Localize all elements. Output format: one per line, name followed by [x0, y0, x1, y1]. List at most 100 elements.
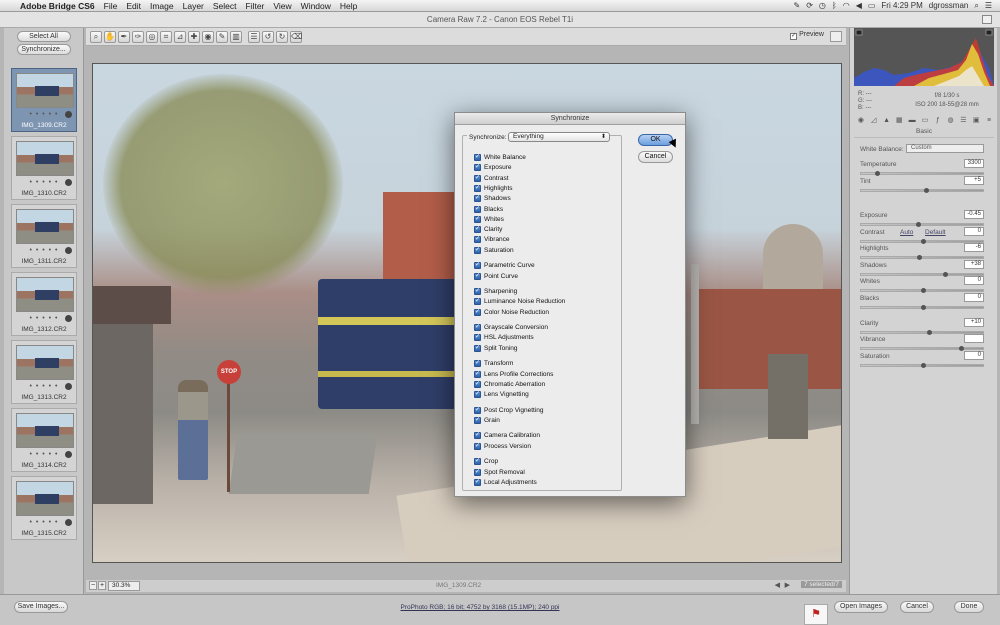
sync-checkbox-item[interactable]: ✓ Luminance Noise Reduction: [474, 297, 565, 306]
checkbox-checked-icon[interactable]: ✓: [474, 184, 481, 192]
lens-tab-icon[interactable]: ▭: [920, 116, 930, 126]
sync-checkbox-item[interactable]: ✓ Grain: [474, 416, 500, 425]
menu-user[interactable]: dgrossman: [929, 1, 969, 10]
slider-value-field[interactable]: 0: [964, 227, 984, 236]
slider-knob[interactable]: [916, 255, 922, 260]
thumbnail[interactable]: • • • • • IMG_1312.CR2: [11, 272, 77, 336]
sync-checkbox-item[interactable]: ✓ Post Crop Vignetting: [474, 406, 544, 415]
menu-edit[interactable]: Edit: [126, 1, 141, 11]
sync-checkbox-item[interactable]: ✓ HSL Adjustments: [474, 333, 534, 342]
checkbox-checked-icon[interactable]: ✓: [474, 432, 481, 440]
thumbnail[interactable]: • • • • • IMG_1313.CR2: [11, 340, 77, 404]
ok-button[interactable]: OK: [638, 134, 673, 146]
checkbox-checked-icon[interactable]: ✓: [474, 380, 481, 388]
auto-link[interactable]: Auto: [900, 229, 913, 236]
sync-checkbox-item[interactable]: ✓ Chromatic Aberration: [474, 380, 545, 389]
checkbox-checked-icon[interactable]: ✓: [474, 272, 481, 280]
wifi-icon[interactable]: ◠: [843, 1, 850, 10]
slider-track[interactable]: [860, 222, 984, 227]
checkbox-checked-icon[interactable]: ✓: [474, 262, 481, 270]
color-sampler-tool-icon[interactable]: ✑: [132, 31, 144, 43]
sync-checkbox-item[interactable]: ✓ Color Noise Reduction: [474, 308, 549, 317]
zoom-tool-icon[interactable]: ⌕: [90, 31, 102, 43]
slider-knob[interactable]: [920, 305, 926, 310]
zoom-in-icon[interactable]: +: [98, 581, 106, 590]
slider-knob[interactable]: [926, 330, 932, 335]
slider-knob[interactable]: [943, 272, 949, 277]
checkbox-checked-icon[interactable]: ✓: [474, 174, 481, 182]
checkbox-checked-icon[interactable]: ✓: [474, 416, 481, 424]
slider-value-field[interactable]: 0: [964, 351, 984, 360]
slider-knob[interactable]: [924, 188, 930, 193]
red-eye-tool-icon[interactable]: ◉: [202, 31, 214, 43]
select-all-button[interactable]: Select All: [16, 31, 71, 42]
panel-menu-icon[interactable]: ≡: [984, 116, 994, 126]
checkbox-checked-icon[interactable]: ✓: [474, 298, 481, 306]
effects-tab-icon[interactable]: ƒ: [933, 116, 943, 126]
sync-checkbox-item[interactable]: ✓ Blacks: [474, 205, 503, 214]
rotate-left-icon[interactable]: ↺: [262, 31, 274, 43]
checkbox-checked-icon[interactable]: ✓: [474, 288, 481, 295]
slider-knob[interactable]: [920, 288, 926, 293]
sync-icon[interactable]: ⟳: [806, 1, 813, 10]
checkbox-checked-icon[interactable]: ✓: [474, 236, 481, 244]
checkbox-checked-icon[interactable]: ✓: [474, 226, 481, 234]
straighten-tool-icon[interactable]: ⊿: [174, 31, 186, 43]
thumbnail[interactable]: • • • • • IMG_1309.CR2: [11, 68, 77, 132]
slider-knob[interactable]: [920, 363, 926, 368]
sync-checkbox-item[interactable]: ✓ Whites: [474, 215, 504, 224]
checkbox-checked-icon[interactable]: ✓: [474, 334, 481, 342]
checkbox-checked-icon[interactable]: ✓: [474, 468, 481, 476]
sync-checkbox-item[interactable]: ✓ Point Curve: [474, 272, 518, 281]
battery-icon[interactable]: ▭: [868, 1, 876, 10]
time-machine-icon[interactable]: ◷: [819, 1, 826, 10]
checkbox-checked-icon[interactable]: ✓: [474, 344, 481, 352]
slider-value-field[interactable]: 3300: [964, 159, 984, 168]
menu-view[interactable]: View: [273, 1, 291, 11]
slider-track[interactable]: [860, 188, 984, 193]
checkbox-checked-icon[interactable]: ✓: [474, 370, 481, 378]
basic-tab-icon[interactable]: ◉: [856, 116, 866, 126]
snapshots-tab-icon[interactable]: ▣: [971, 116, 981, 126]
checkbox-checked-icon[interactable]: ✓: [474, 442, 481, 450]
sync-checkbox-item[interactable]: ✓ Highlights: [474, 184, 513, 193]
slider-track[interactable]: [860, 171, 984, 176]
sync-checkbox-item[interactable]: ✓ Process Version: [474, 442, 531, 451]
slider-value-field[interactable]: -6: [964, 243, 984, 252]
fullscreen-icon[interactable]: [982, 15, 992, 24]
checkbox-checked-icon[interactable]: ✓: [474, 246, 481, 254]
menu-file[interactable]: File: [104, 1, 118, 11]
adjustment-brush-icon[interactable]: ✎: [216, 31, 228, 43]
sync-checkbox-item[interactable]: ✓ Shadows: [474, 194, 511, 203]
slider-track[interactable]: [860, 363, 984, 368]
checkbox-checked-icon[interactable]: ✓: [474, 205, 481, 213]
sync-checkbox-item[interactable]: ✓ Exposure: [474, 163, 511, 172]
checkbox-checked-icon[interactable]: ✓: [474, 360, 481, 368]
menu-clock[interactable]: Fri 4:29 PM: [881, 1, 922, 10]
split-toning-tab-icon[interactable]: ▬: [907, 116, 917, 126]
slider-knob[interactable]: [920, 239, 926, 244]
crop-tool-icon[interactable]: ⌗: [160, 31, 172, 43]
thumbnail[interactable]: • • • • • IMG_1311.CR2: [11, 204, 77, 268]
checkbox-checked-icon[interactable]: ✓: [474, 478, 481, 486]
synchronize-button[interactable]: Synchronize...: [16, 44, 71, 55]
hand-tool-icon[interactable]: ✋: [104, 31, 116, 43]
slider-knob[interactable]: [958, 346, 964, 351]
graduated-filter-icon[interactable]: ▥: [230, 31, 242, 43]
checkbox-checked-icon[interactable]: ✓: [474, 391, 481, 399]
thumbnail[interactable]: • • • • • IMG_1310.CR2: [11, 136, 77, 200]
sync-checkbox-item[interactable]: ✓ Grayscale Conversion: [474, 323, 548, 332]
workflow-options-link[interactable]: ProPhoto RGB; 16 bit; 4752 by 3168 (15.1…: [400, 604, 560, 611]
save-images-button[interactable]: Save Images...: [14, 601, 68, 613]
thumbnail[interactable]: • • • • • IMG_1314.CR2: [11, 408, 77, 472]
checkbox-checked-icon[interactable]: ✓: [474, 324, 481, 332]
sync-checkbox-item[interactable]: ✓ White Balance: [474, 153, 526, 162]
volume-icon[interactable]: ◀: [856, 1, 862, 10]
white-balance-tool-icon[interactable]: ✒: [118, 31, 130, 43]
slider-track[interactable]: [860, 346, 984, 351]
sync-checkbox-item[interactable]: ✓ Crop: [474, 457, 498, 466]
camera-calibration-tab-icon[interactable]: ◍: [946, 116, 956, 126]
sync-checkbox-item[interactable]: ✓ Lens Vignetting: [474, 390, 529, 399]
previous-image-icon[interactable]: ◀: [775, 581, 780, 589]
sync-checkbox-item[interactable]: ✓ Spot Removal: [474, 468, 525, 477]
